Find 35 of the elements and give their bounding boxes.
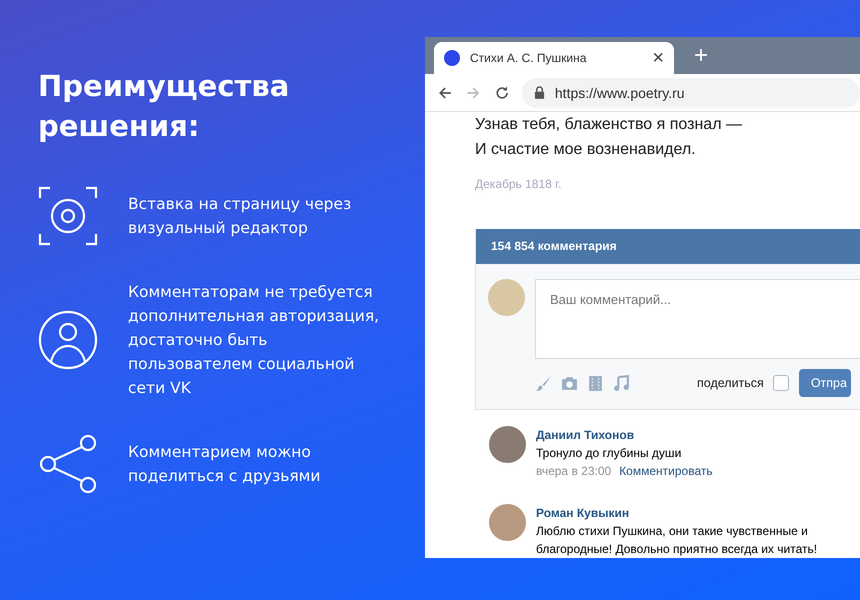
send-button[interactable]: Отпра [798,369,851,397]
share-checkbox[interactable] [772,375,789,391]
music-icon[interactable] [613,374,630,392]
share-icon [38,434,98,494]
new-tab-button[interactable]: + [694,42,708,70]
avatar [489,426,526,463]
poem-line: Узнав тебя, блаженство я познал — [475,115,743,135]
share-label: поделиться [697,376,764,390]
user-icon [38,310,98,370]
address-bar[interactable]: https://www.poetry.ru [522,78,860,108]
film-icon[interactable] [587,374,604,392]
feature-text: Комментаторам не требуется дополнительная авторизация, достаточно быть пользователем социальной сети VK [128,282,380,399]
browser-tab[interactable]: Стихи А. С. Пушкина × [434,42,674,74]
reply-link[interactable]: Комментировать [619,464,713,478]
favicon-icon [444,50,460,66]
feature-text: Вставка на страницу через визуальный редактор [128,194,352,239]
comment-input[interactable]: Ваш комментарий... [535,279,860,359]
lock-icon [534,86,545,99]
avatar [488,279,525,316]
comment-text: Люблю стихи Пушкина, они такие чувственные и благородные! Довольно приятно всегда их читать! [536,523,818,558]
brush-icon[interactable] [535,374,552,392]
feature-text: Комментарием можно поделиться с друзьями [128,442,322,487]
comments-header: 154 854 комментария [476,229,860,264]
headline: Преимущества решения: [38,68,290,145]
poem-date: Декабрь 1818 г. [475,177,562,191]
avatar [489,504,526,541]
comment-time: вчера в 23:00 [536,464,612,478]
target-icon [38,186,98,246]
comment-text: Тронуло до глубины души [536,445,682,462]
comment-author[interactable]: Роман Кувыкин [536,504,856,522]
tab-title: Стихи А. С. Пушкина [470,51,588,65]
poem-line: И счастие мое возненавидел. [475,140,697,160]
close-tab-button[interactable]: × [652,46,664,70]
camera-icon[interactable] [561,374,578,392]
comment-author[interactable]: Даниил Тихонов [536,426,856,444]
